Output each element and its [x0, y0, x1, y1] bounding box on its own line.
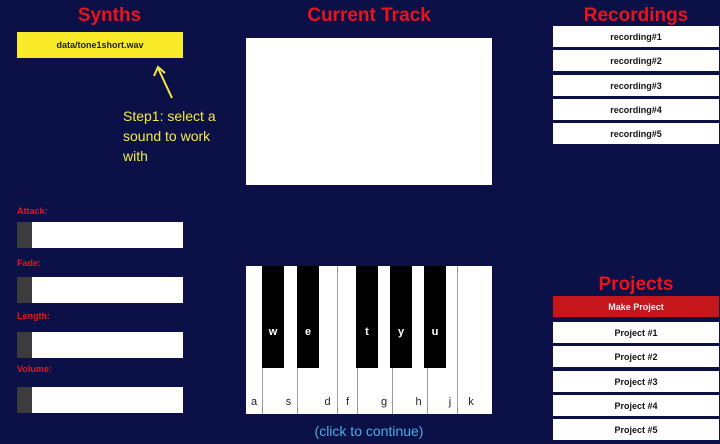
recording-item[interactable]: recording#2 — [553, 50, 719, 71]
piano-key-w[interactable]: w — [262, 266, 284, 368]
piano-key-a[interactable]: a — [246, 266, 263, 414]
key-label: h — [415, 396, 422, 408]
key-label: a — [250, 396, 258, 408]
recording-item[interactable]: recording#4 — [553, 99, 719, 120]
piano-keyboard: a s d f g h j k w e t y u — [246, 266, 492, 414]
length-label: Length: — [17, 311, 50, 321]
fade-label: Fade: — [17, 258, 42, 268]
recording-item[interactable]: recording#5 — [553, 123, 719, 144]
length-slider[interactable] — [17, 332, 183, 358]
key-label: g — [380, 396, 388, 408]
fade-slider[interactable] — [17, 277, 183, 303]
attack-slider[interactable] — [17, 222, 183, 248]
synths-heading: Synths — [77, 5, 142, 26]
make-project-button[interactable]: Make Project — [553, 296, 719, 317]
piano-key-t[interactable]: t — [356, 266, 378, 368]
project-item[interactable]: Project #2 — [553, 346, 719, 367]
sound-file-slot[interactable]: data/tone1short.wav — [17, 32, 183, 58]
fade-slider-handle[interactable] — [17, 277, 32, 303]
key-label: e — [304, 326, 312, 338]
current-track-heading: Current Track — [307, 5, 431, 26]
length-slider-handle[interactable] — [17, 332, 32, 358]
volume-slider[interactable] — [17, 387, 183, 413]
key-label: s — [285, 396, 292, 408]
projects-heading: Projects — [598, 274, 674, 295]
piano-key-k[interactable]: k — [458, 266, 492, 414]
volume-label: Volume: — [17, 364, 52, 374]
project-item[interactable]: Project #1 — [553, 322, 719, 343]
recordings-heading: Recordings — [583, 5, 689, 26]
attack-label: Attack: — [17, 206, 48, 216]
key-label: j — [448, 396, 452, 408]
piano-key-y[interactable]: y — [390, 266, 412, 368]
piano-key-u[interactable]: u — [424, 266, 446, 368]
key-label: d — [324, 396, 331, 408]
piano-key-f[interactable]: f — [338, 266, 358, 414]
step1-hint: Step1: select a sound to work with — [123, 108, 216, 164]
attack-slider-handle[interactable] — [17, 222, 32, 248]
recording-item[interactable]: recording#3 — [553, 75, 719, 96]
piano-key-e[interactable]: e — [297, 266, 319, 368]
project-item[interactable]: Project #5 — [553, 419, 719, 440]
hint-arrow-icon — [153, 65, 173, 99]
project-item[interactable]: Project #3 — [553, 371, 719, 392]
recording-item[interactable]: recording#1 — [553, 26, 719, 47]
key-label: k — [468, 396, 474, 408]
key-label: y — [397, 326, 405, 338]
volume-slider-handle[interactable] — [17, 387, 32, 413]
key-label: f — [345, 396, 350, 408]
key-label: u — [431, 326, 439, 338]
continue-link[interactable]: (click to continue) — [246, 423, 492, 439]
key-label: w — [268, 326, 278, 338]
key-label: t — [365, 326, 369, 338]
track-canvas[interactable] — [246, 38, 492, 185]
project-item[interactable]: Project #4 — [553, 395, 719, 416]
